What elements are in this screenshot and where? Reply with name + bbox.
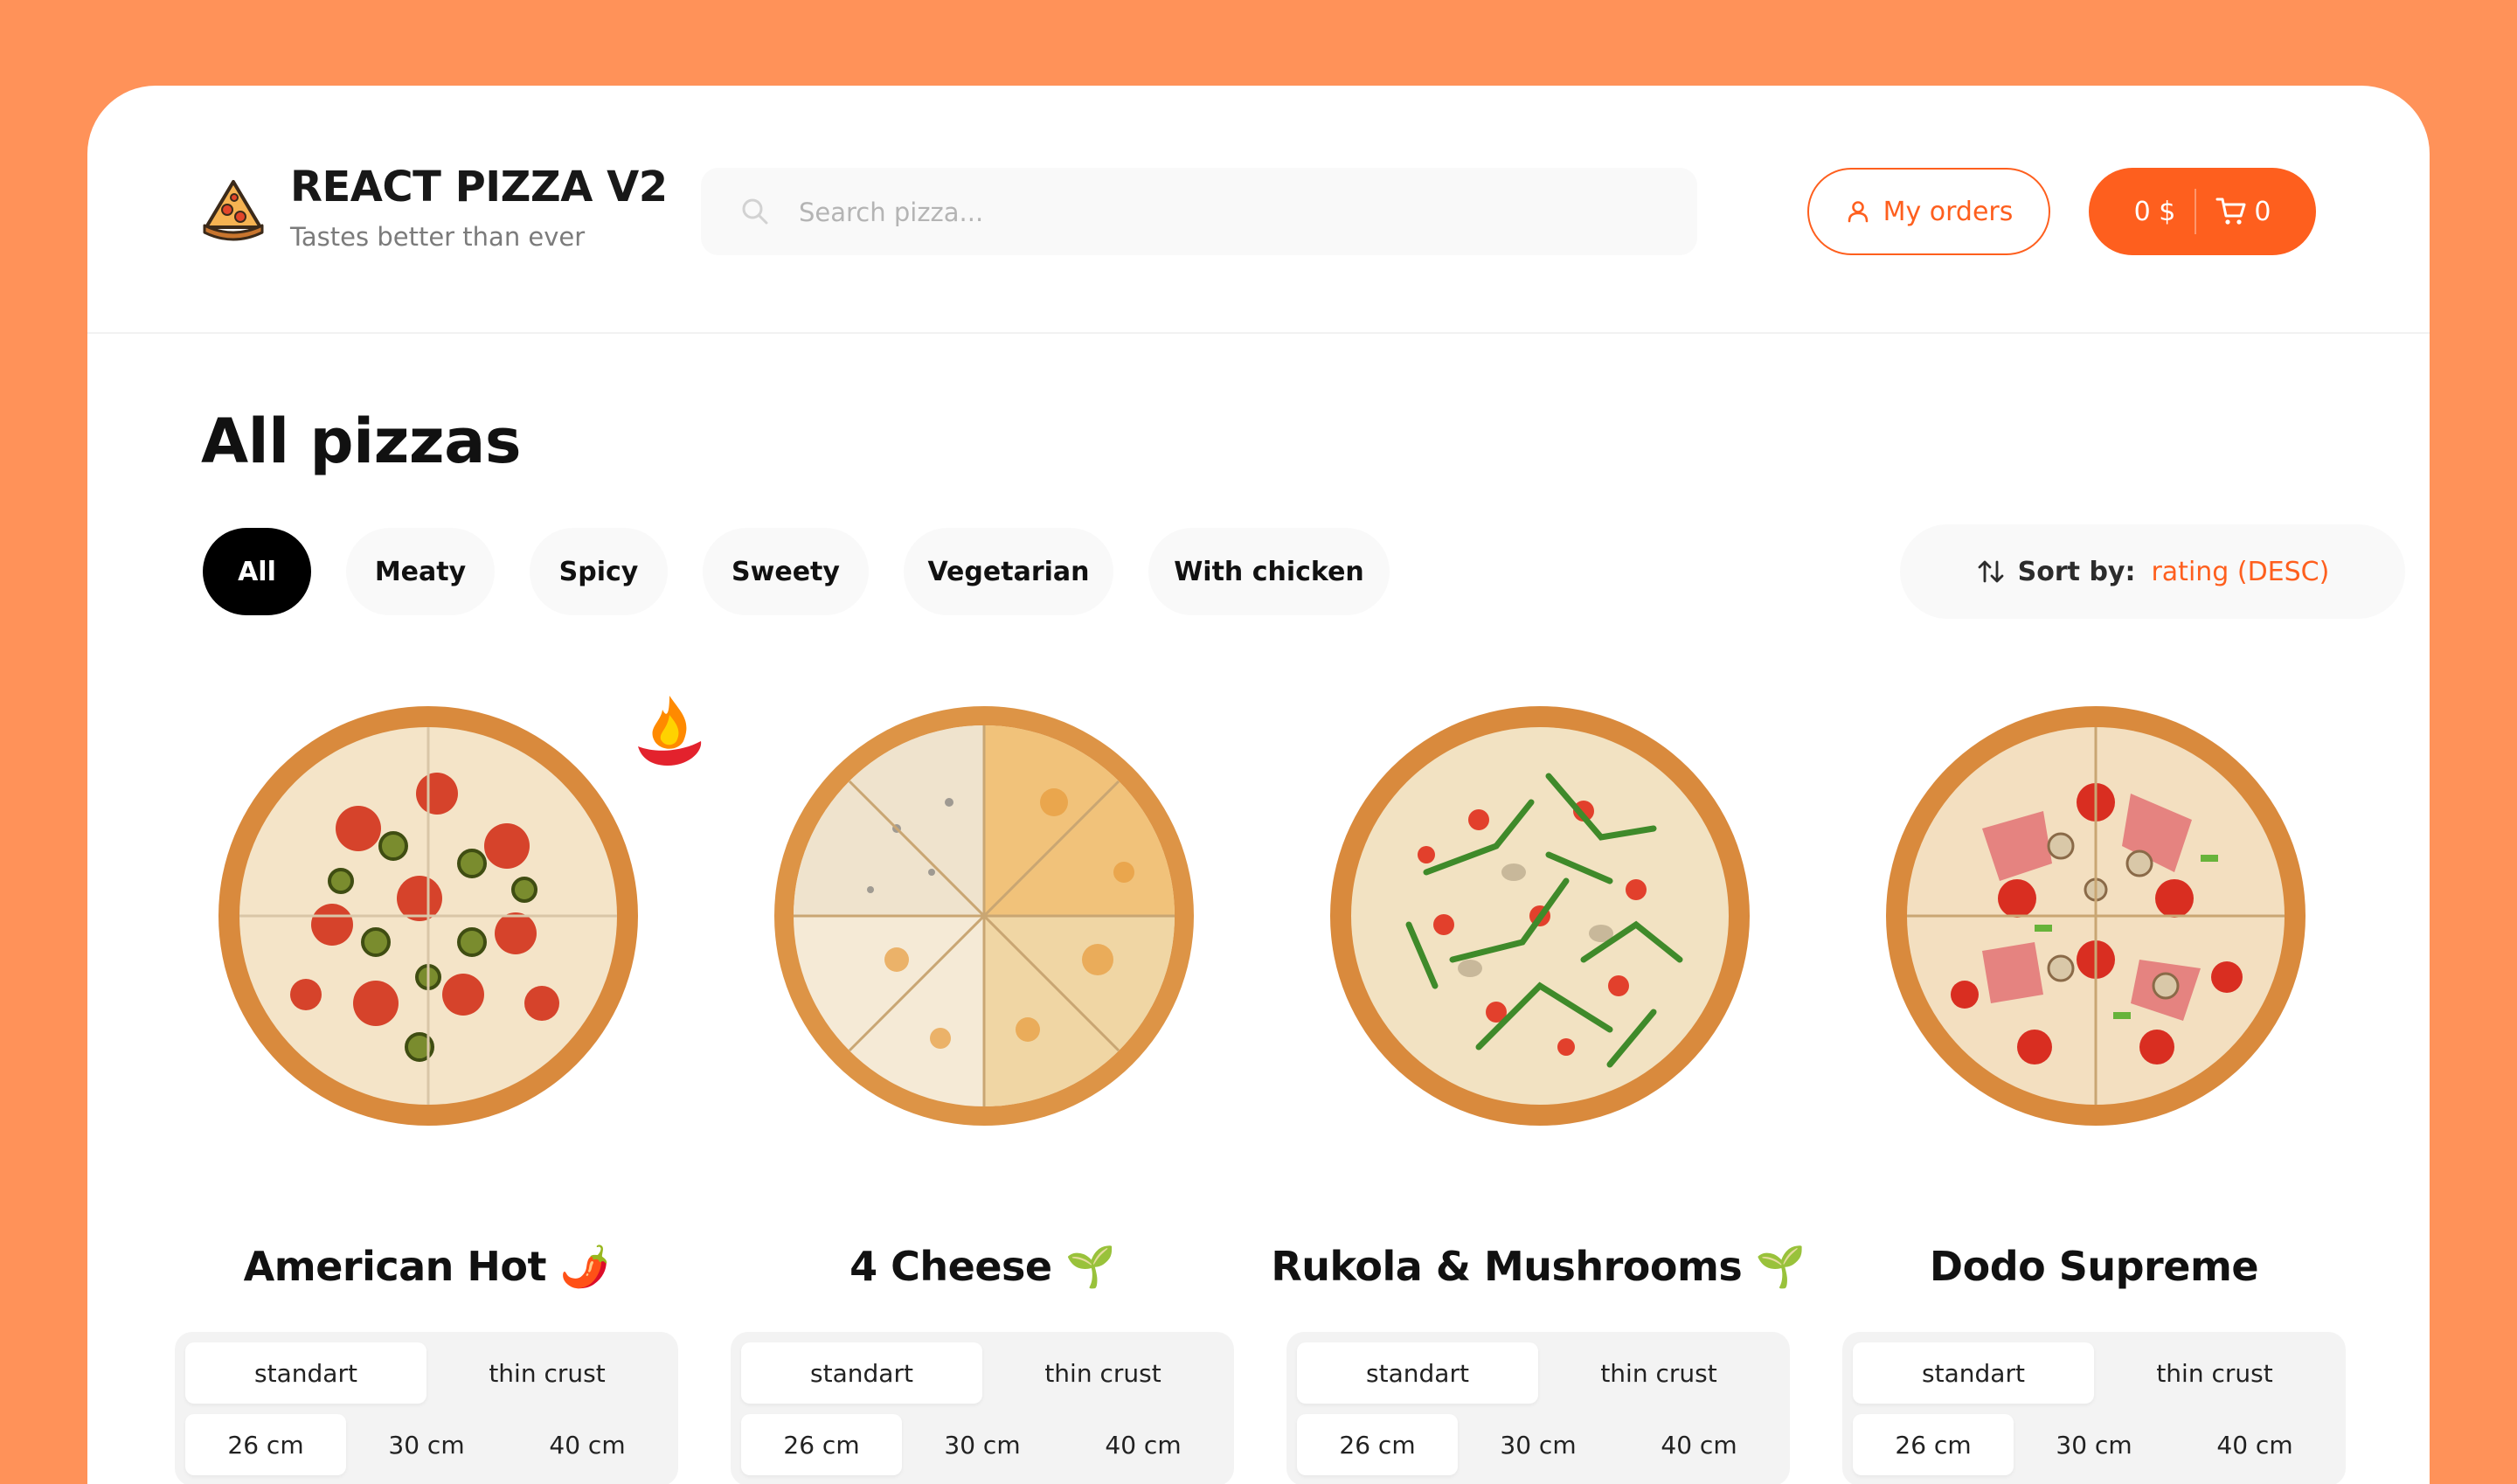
pizza-image[interactable] [210, 697, 647, 1134]
pizza-options: standart thin crust 26 cm 30 cm 40 cm [1842, 1332, 2346, 1484]
pizza-options: standart thin crust 26 cm 30 cm 40 cm [1286, 1332, 1790, 1484]
cart-button[interactable]: 0 $ 0 [2089, 168, 2316, 255]
pizza-options: standart thin crust 26 cm 30 cm 40 cm [175, 1332, 678, 1484]
sort-value[interactable]: rating (DESC) [2151, 557, 2329, 587]
logo-title[interactable]: REACT PIZZA V2 [290, 163, 668, 212]
sort-label: Sort by: [2017, 556, 2136, 587]
app-window: REACT PIZZA V2 Tastes better than ever M… [87, 86, 2430, 1484]
type-standart[interactable]: standart [741, 1342, 982, 1404]
logo-subtitle: Tastes better than ever [290, 222, 586, 252]
pizza-card: 4 Cheese 🌱 standart thin crust 26 cm 30 … [731, 697, 1234, 1484]
category-vegetarian[interactable]: Vegetarian [904, 528, 1113, 615]
pizza-card: American Hot 🌶️ standart thin crust 26 c… [175, 696, 702, 1484]
header: REACT PIZZA V2 Tastes better than ever M… [87, 86, 2430, 334]
sort-control[interactable]: Sort by: rating (DESC) [1900, 524, 2405, 619]
my-orders-button[interactable]: My orders [1807, 168, 2050, 255]
size-30[interactable]: 30 cm [1458, 1414, 1619, 1475]
size-26[interactable]: 26 cm [741, 1414, 902, 1475]
type-thin-crust[interactable]: thin crust [982, 1342, 1224, 1404]
pizza-image[interactable] [1321, 697, 1758, 1134]
pizza-name: Dodo Supreme [1929, 1243, 2259, 1290]
my-orders-label: My orders [1883, 196, 2014, 227]
size-40[interactable]: 40 cm [1619, 1414, 1779, 1475]
size-30[interactable]: 30 cm [2014, 1414, 2174, 1475]
pizza-image[interactable] [766, 697, 1203, 1134]
size-26[interactable]: 26 cm [1853, 1414, 2014, 1475]
category-all[interactable]: All [203, 528, 311, 615]
type-thin-crust[interactable]: thin crust [2094, 1342, 2335, 1404]
cart-price: 0 $ [2133, 196, 2176, 227]
sort-arrows-icon [1978, 560, 2004, 583]
size-40[interactable]: 40 cm [507, 1414, 668, 1475]
spicy-badge-icon [638, 696, 702, 766]
pizza-name: 4 Cheese 🌱 [849, 1243, 1115, 1290]
size-26[interactable]: 26 cm [1297, 1414, 1458, 1475]
category-spicy[interactable]: Spicy [530, 528, 668, 615]
type-standart[interactable]: standart [185, 1342, 426, 1404]
category-with-chicken[interactable]: With chicken [1148, 528, 1390, 615]
pizza-name: Rukola & Mushrooms 🌱 [1271, 1243, 1806, 1290]
size-40[interactable]: 40 cm [2174, 1414, 2335, 1475]
pizza-name: American Hot 🌶️ [243, 1243, 610, 1290]
type-standart[interactable]: standart [1853, 1342, 2094, 1404]
size-26[interactable]: 26 cm [185, 1414, 346, 1475]
cart-divider [2195, 189, 2197, 234]
search-box[interactable] [701, 168, 1697, 257]
category-list: All Meaty Spicy Sweety Vegetarian With c… [203, 528, 1390, 615]
type-thin-crust[interactable]: thin crust [426, 1342, 668, 1404]
search-input[interactable] [797, 168, 1675, 257]
cart-icon [2215, 198, 2246, 225]
pizza-logo-icon [203, 180, 264, 241]
category-sweety[interactable]: Sweety [703, 528, 869, 615]
pizza-card: Dodo Supreme standart thin crust 26 cm 3… [1842, 697, 2346, 1484]
cart-count: 0 [2254, 196, 2271, 227]
size-30[interactable]: 30 cm [902, 1414, 1063, 1475]
pizza-card: Rukola & Mushrooms 🌱 standart thin crust… [1271, 697, 1806, 1484]
type-thin-crust[interactable]: thin crust [1538, 1342, 1779, 1404]
size-40[interactable]: 40 cm [1063, 1414, 1224, 1475]
pizza-image[interactable] [1877, 697, 2314, 1134]
pizza-options: standart thin crust 26 cm 30 cm 40 cm [731, 1332, 1234, 1484]
size-30[interactable]: 30 cm [346, 1414, 507, 1475]
user-icon [1848, 201, 1868, 223]
category-meaty[interactable]: Meaty [346, 528, 495, 615]
page-title: All pizzas [201, 406, 522, 477]
type-standart[interactable]: standart [1297, 1342, 1538, 1404]
search-icon [742, 198, 768, 225]
